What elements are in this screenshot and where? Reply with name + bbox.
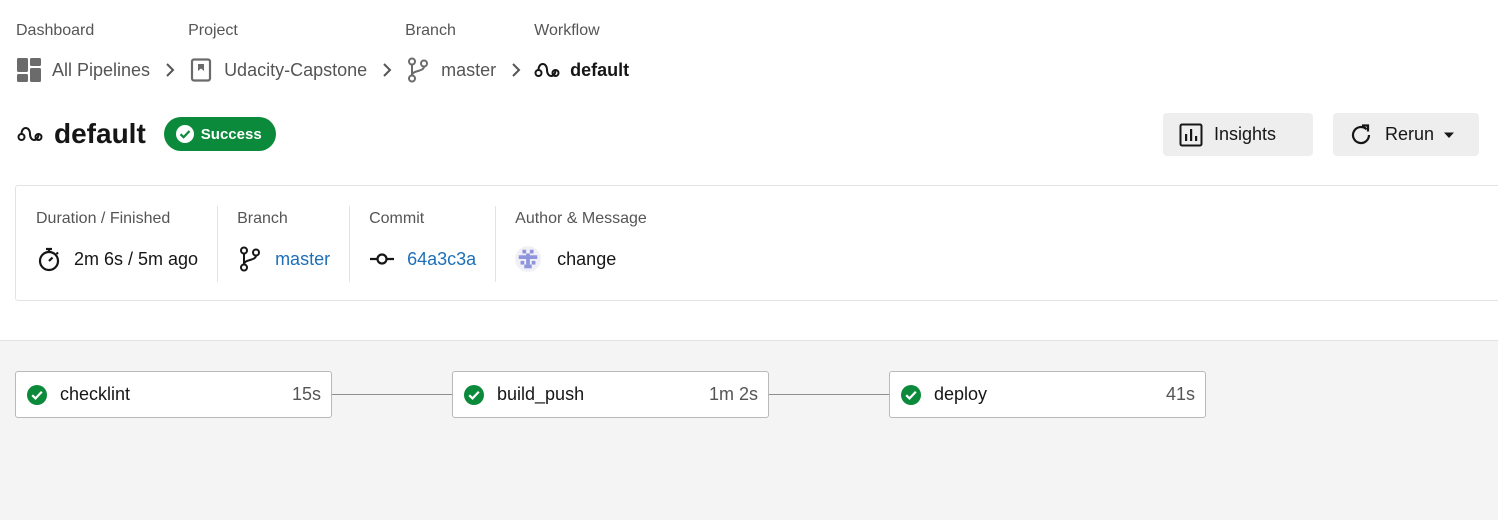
- duration-section: Duration / Finished 2m 6s / 5m ago: [16, 206, 219, 282]
- breadcrumb-label: Project: [188, 22, 238, 39]
- job-card-deploy[interactable]: deploy 41s: [889, 371, 1206, 418]
- commit-message: change: [557, 248, 617, 269]
- breadcrumb-label: Workflow: [534, 22, 600, 39]
- breadcrumb-value: All Pipelines: [52, 59, 151, 80]
- breadcrumb-value: Udacity-Capstone: [224, 59, 368, 80]
- branch-section: Branch master: [218, 206, 351, 282]
- branch-icon: [405, 57, 431, 83]
- breadcrumb-label: Branch: [405, 22, 456, 39]
- author-section: Author & Message change: [496, 206, 666, 282]
- breadcrumb-link-all-pipelines[interactable]: All Pipelines: [16, 57, 150, 83]
- job-duration: 15s: [291, 384, 321, 404]
- status-text: Success: [200, 125, 262, 143]
- commit-section: Commit 64a3c3a: [350, 206, 497, 282]
- workflow-icon: [534, 57, 560, 83]
- workflow-header: default Success: [16, 114, 276, 154]
- page-title: default: [54, 118, 146, 149]
- dashboard-icon: [16, 57, 42, 83]
- job-duration: 41s: [1165, 384, 1195, 404]
- refresh-icon: [1348, 122, 1374, 148]
- breadcrumb-link-branch[interactable]: master: [405, 57, 496, 83]
- breadcrumb-link-project[interactable]: Udacity-Capstone: [188, 57, 367, 83]
- job-card-build-push[interactable]: build_push 1m 2s: [452, 371, 769, 418]
- success-check-icon: [26, 384, 48, 406]
- project-icon: [188, 57, 214, 83]
- rerun-button[interactable]: Rerun: [1333, 113, 1479, 156]
- breadcrumb-project: Project Udacity-Capstone: [188, 20, 367, 83]
- breadcrumb-workflow: Workflow default: [534, 20, 629, 83]
- rerun-label: Rerun: [1385, 124, 1435, 144]
- job-duration: 1m 2s: [708, 384, 758, 404]
- breadcrumb: Dashboard All Pipelines Project Udacity-…: [16, 20, 629, 83]
- header-actions: Insights Rerun: [1163, 113, 1479, 156]
- success-check-icon: [900, 384, 922, 406]
- breadcrumb-label: Dashboard: [16, 22, 95, 39]
- breadcrumb-dashboard: Dashboard All Pipelines: [16, 20, 150, 83]
- breadcrumb-value: default: [570, 59, 630, 80]
- status-badge: Success: [163, 117, 276, 151]
- caret-down-icon: [1443, 131, 1455, 139]
- chevron-right-icon: [504, 57, 528, 83]
- duration-label: Duration / Finished: [36, 210, 171, 227]
- success-check-icon: [463, 384, 485, 406]
- insights-button[interactable]: Insights: [1163, 113, 1313, 156]
- insights-icon: [1179, 123, 1203, 147]
- author-label: Author & Message: [515, 210, 647, 227]
- job-card-checklint[interactable]: checklint 15s: [15, 371, 332, 418]
- commit-link[interactable]: 64a3c3a: [407, 249, 476, 270]
- branch-link[interactable]: master: [275, 249, 330, 270]
- job-name: checklint: [60, 384, 131, 404]
- check-circle-icon: [175, 125, 194, 143]
- pipeline-info-card: Duration / Finished 2m 6s / 5m ago Branc…: [15, 185, 1498, 301]
- breadcrumb-value: master: [441, 59, 497, 80]
- job-connector: [331, 394, 452, 395]
- workflow-graph: checklint 15s build_push 1m 2s deploy 41…: [0, 340, 1498, 520]
- breadcrumb-branch: Branch master: [405, 20, 496, 83]
- commit-label: Commit: [369, 210, 425, 227]
- insights-label: Insights: [1214, 124, 1277, 144]
- duration-value: 2m 6s / 5m ago: [74, 248, 199, 269]
- stopwatch-icon: [36, 246, 62, 272]
- job-name: deploy: [934, 384, 988, 404]
- chevron-right-icon: [158, 57, 182, 83]
- commit-icon: [369, 246, 395, 272]
- job-connector: [768, 394, 889, 395]
- workflow-icon: [16, 120, 44, 148]
- breadcrumb-current-workflow: default: [534, 57, 629, 83]
- branch-label: Branch: [237, 210, 288, 227]
- chevron-right-icon: [375, 57, 399, 83]
- branch-icon: [237, 246, 263, 272]
- job-name: build_push: [497, 384, 585, 404]
- avatar: [515, 246, 542, 272]
